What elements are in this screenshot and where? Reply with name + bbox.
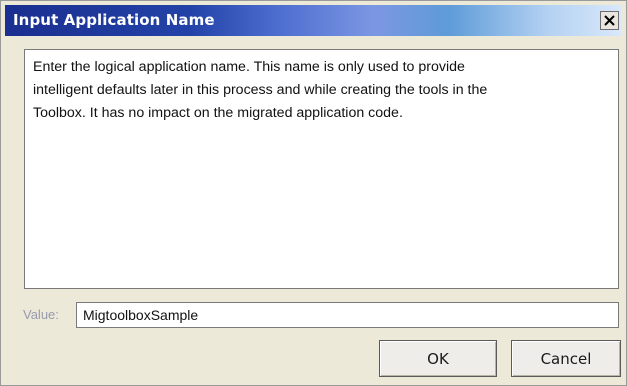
dialog-title: Input Application Name: [13, 11, 215, 29]
title-bar[interactable]: Input Application Name: [5, 5, 621, 36]
value-label: Value:: [23, 307, 59, 322]
value-input[interactable]: [76, 302, 619, 328]
cancel-button[interactable]: Cancel: [511, 340, 621, 377]
close-icon: [604, 15, 615, 26]
close-button[interactable]: [600, 11, 619, 30]
description-line-2: intelligent defaults later in this proce…: [33, 82, 488, 98]
description-box: Enter the logical application name. This…: [24, 49, 619, 289]
input-application-name-dialog: Input Application Name Enter the logical…: [0, 0, 627, 386]
description-line-3: Toolbox. It has no impact on the migrate…: [33, 105, 403, 121]
description-text: Enter the logical application name. This…: [33, 56, 610, 125]
description-line-1: Enter the logical application name. This…: [33, 59, 465, 75]
ok-button[interactable]: OK: [379, 340, 497, 377]
